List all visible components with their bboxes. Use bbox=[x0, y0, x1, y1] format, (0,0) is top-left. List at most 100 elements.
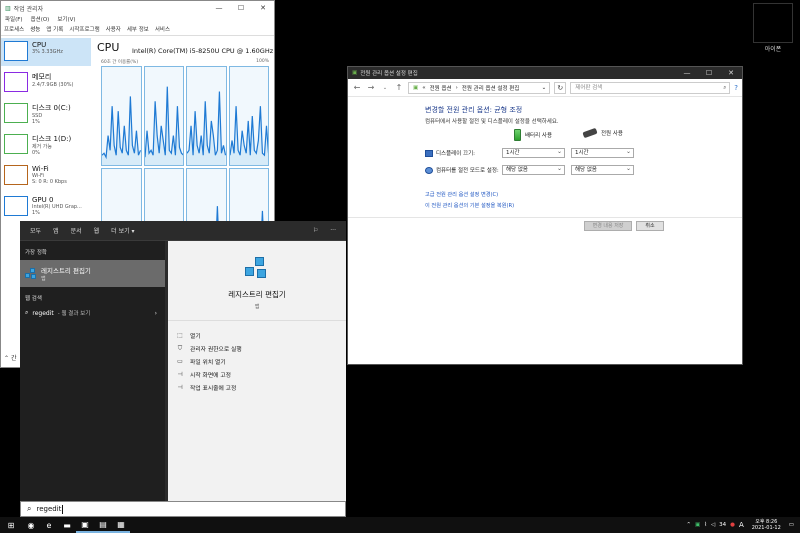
web-search-item[interactable]: ⌕ regedit - 웹 결과 보기 › bbox=[20, 306, 165, 320]
system-tray: ⌃ ▣ ⌇ ◁ 34 ● A 오후 8:26 2021-01-12 ▭ bbox=[686, 519, 800, 531]
control-panel-path-icon: ▣ bbox=[413, 84, 419, 91]
perf-sidebar-item[interactable]: 디스크 1(D:) 제거 가능 0% bbox=[1, 131, 91, 159]
pin-taskbar-icon: ⊣ bbox=[177, 384, 183, 391]
sleep-battery-select[interactable]: 해당 없음 bbox=[502, 164, 565, 175]
path-dropdown-icon[interactable]: ⌄ bbox=[542, 85, 547, 91]
menu-file[interactable]: 파일(F) bbox=[5, 15, 23, 25]
minimize-button[interactable]: — bbox=[676, 69, 698, 77]
power-options-titlebar[interactable]: ▣ 전원 관리 옵션 설정 편집 — ☐ ✕ bbox=[348, 67, 742, 79]
app-preview-header: 레지스트리 편집기 앱 bbox=[168, 241, 346, 321]
best-match-item[interactable]: 레지스트리 편집기 앱 bbox=[20, 260, 165, 287]
edge-icon[interactable]: e bbox=[40, 517, 58, 533]
search-input[interactable]: 제어판 검색 ⌕ bbox=[570, 81, 731, 94]
notification-icon[interactable]: ▭ bbox=[789, 522, 794, 528]
filter-apps[interactable]: 앱 bbox=[53, 226, 59, 235]
perf-sidebar-item[interactable]: 디스크 0(C:) SSD 1% bbox=[1, 100, 91, 128]
taskbar-search-input[interactable]: ⌕ regedit bbox=[20, 501, 346, 517]
search-results-panel: 모두 앱 문서 웹 더 보기 ▾ ⚐ ··· 가장 정확 레지스트리 편집기 앱… bbox=[20, 221, 346, 501]
ime-mode-indicator[interactable]: A bbox=[739, 521, 744, 529]
chevron-right-icon[interactable]: › bbox=[155, 310, 157, 317]
tray-network-icon[interactable]: ⌇ bbox=[704, 522, 707, 528]
desktop-shortcut-label[interactable]: 아이폰 bbox=[748, 44, 798, 53]
volume-icon[interactable]: ◁ bbox=[711, 522, 715, 528]
feedback-icon[interactable]: ⚐ bbox=[313, 227, 318, 234]
filter-more[interactable]: 더 보기 ▾ bbox=[111, 226, 134, 235]
breadcrumb-overflow[interactable]: « bbox=[422, 85, 425, 91]
task-manager-titlebar[interactable]: ▥ 작업 관리자 — ☐ ✕ bbox=[1, 1, 274, 15]
refresh-icon[interactable]: ↻ bbox=[554, 81, 567, 94]
filter-web[interactable]: 웹 bbox=[94, 226, 100, 235]
control-panel-icon[interactable]: ▣ bbox=[76, 517, 94, 533]
tab-processes[interactable]: 프로세스 bbox=[4, 25, 24, 35]
save-changes-button[interactable]: 변경 내용 저장 bbox=[584, 221, 632, 231]
pin-start-icon: ⊣ bbox=[177, 371, 183, 378]
app-action-item[interactable]: ⛉ 관리자 권한으로 실행 bbox=[168, 342, 346, 355]
maximize-button[interactable]: ☐ bbox=[698, 69, 720, 77]
perf-item-name: GPU 0 bbox=[32, 196, 54, 204]
search-icon: ⌕ bbox=[25, 309, 29, 316]
app-action-item[interactable]: ⊣ 작업 표시줄에 고정 bbox=[168, 381, 346, 394]
display-off-plugged-select[interactable]: 1시간 bbox=[571, 147, 634, 158]
cpu-axis-right: 100% bbox=[256, 59, 269, 64]
menu-options[interactable]: 옵션(O) bbox=[31, 15, 50, 25]
taskbar: ⊞ ◉ e ▬ ▣ ▤ ▦ ⌃ ▣ ⌇ ◁ 34 ● A 오후 8:26 2021-01-1… bbox=[0, 517, 800, 533]
help-icon[interactable]: ? bbox=[734, 84, 738, 92]
perf-sidebar-item[interactable]: 메모리 2.4/7.9GB (30%) bbox=[1, 69, 91, 97]
breadcrumb-edit-plan[interactable]: 전원 관리 옵션 설정 편집 bbox=[462, 84, 520, 92]
perf-sidebar-item[interactable]: Wi-Fi Wi-Fi S: 0 R: 0 Kbps bbox=[1, 162, 91, 190]
perf-thumbnail-graph bbox=[4, 72, 28, 92]
file-explorer-icon[interactable]: ▬ bbox=[58, 517, 76, 533]
plugged-column-header: 전원 사용 bbox=[582, 127, 623, 139]
perf-item-text: 디스크 0(C:) SSD 1% bbox=[32, 103, 71, 125]
app-action-item[interactable]: ⊣ 시작 화면에 고정 bbox=[168, 368, 346, 381]
control-panel-title-icon: ▣ bbox=[352, 70, 358, 76]
app-action-label: 파일 위치 열기 bbox=[190, 360, 226, 366]
clock[interactable]: 오후 8:26 2021-01-12 bbox=[752, 519, 781, 531]
display-off-battery-select[interactable]: 1시간 bbox=[502, 147, 565, 158]
tab-app-history[interactable]: 앱 기록 bbox=[46, 25, 63, 35]
dropdown-chevron-icon[interactable]: ⌄ bbox=[380, 85, 390, 91]
up-arrow-icon[interactable]: ↑ bbox=[394, 83, 404, 92]
perf-item-name: 디스크 0(C:) bbox=[32, 104, 71, 112]
tab-performance[interactable]: 성능 bbox=[30, 25, 40, 35]
breadcrumb[interactable]: ▣ « 전원 옵션 › 전원 관리 옵션 설정 편집 ⌄ bbox=[408, 81, 551, 94]
sleep-plugged-select[interactable]: 해당 없음 bbox=[571, 164, 634, 175]
task-manager-icon[interactable]: ▤ bbox=[94, 517, 112, 533]
app-action-item[interactable]: ⬚ 열기 bbox=[168, 329, 346, 342]
perf-sidebar-item[interactable]: GPU 0 Intel(R) UHD Grap... 1% bbox=[1, 193, 91, 221]
back-arrow-icon[interactable]: ← bbox=[352, 83, 362, 92]
close-button[interactable]: ✕ bbox=[720, 69, 742, 77]
cpu-core-graph bbox=[186, 66, 227, 166]
minimize-button[interactable]: — bbox=[208, 4, 230, 12]
app-action-item[interactable]: ▭ 파일 위치 열기 bbox=[168, 355, 346, 368]
collapse-icon: ⌃ bbox=[4, 355, 11, 362]
windows-start-icon[interactable]: ⊞ bbox=[0, 517, 22, 533]
task-manager-tabs: 프로세스 성능 앱 기록 시작프로그램 사용자 세부 정보 서비스 bbox=[1, 25, 274, 36]
registry-editor-large-icon bbox=[245, 257, 269, 281]
desktop-shortcut-icon[interactable] bbox=[753, 3, 793, 43]
fewer-details-link[interactable]: ⌃ 간 bbox=[4, 353, 16, 362]
perf-sidebar-item[interactable]: CPU 3% 3.33GHz bbox=[1, 38, 91, 66]
forward-arrow-icon[interactable]: → bbox=[366, 83, 376, 92]
tab-users[interactable]: 사용자 bbox=[106, 25, 121, 35]
maximize-button[interactable]: ☐ bbox=[230, 4, 252, 12]
tray-app-icon[interactable]: ▣ bbox=[695, 522, 700, 528]
advanced-settings-link[interactable]: 고급 전원 관리 옵션 설정 변경(C) bbox=[425, 191, 498, 198]
restore-defaults-link[interactable]: 이 전원 관리 옵션의 기본 설정을 복원(R) bbox=[425, 202, 514, 209]
more-icon[interactable]: ··· bbox=[330, 227, 336, 234]
filter-all[interactable]: 모두 bbox=[30, 226, 41, 235]
tab-startup[interactable]: 시작프로그램 bbox=[69, 25, 99, 35]
tray-overflow-icon[interactable]: ⌃ bbox=[686, 522, 691, 528]
chrome-icon[interactable]: ◉ bbox=[22, 517, 40, 533]
tab-details[interactable]: 세부 정보 bbox=[127, 25, 149, 35]
antivirus-icon[interactable]: ● bbox=[730, 522, 735, 528]
close-button[interactable]: ✕ bbox=[252, 4, 274, 12]
menu-view[interactable]: 보기(V) bbox=[57, 15, 75, 25]
breadcrumb-power-options[interactable]: 전원 옵션 bbox=[430, 84, 452, 92]
filter-documents[interactable]: 문서 bbox=[71, 226, 82, 235]
breadcrumb-separator-icon: › bbox=[455, 84, 458, 91]
cancel-button[interactable]: 취소 bbox=[636, 221, 664, 231]
web-search-header: 웹 검색 bbox=[25, 296, 42, 302]
tab-services[interactable]: 서비스 bbox=[155, 25, 170, 35]
remote-desktop-icon[interactable]: ▦ bbox=[112, 517, 130, 533]
